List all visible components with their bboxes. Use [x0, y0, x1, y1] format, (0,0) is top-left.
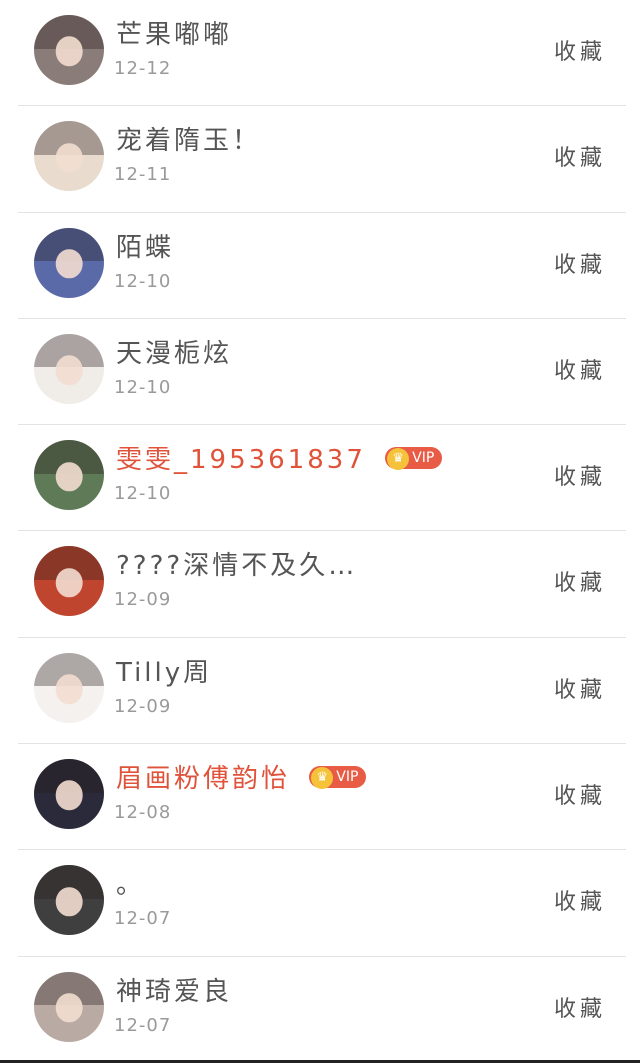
date-label: 12-08 — [114, 802, 172, 824]
list-item[interactable]: ????深情不及久… 12-09 收藏 — [0, 531, 640, 639]
user-name[interactable]: 。 — [116, 864, 145, 901]
user-name[interactable]: 陌蝶 — [116, 227, 174, 264]
collect-button[interactable]: 收藏 — [554, 884, 606, 916]
user-name[interactable]: ????深情不及久… — [116, 545, 357, 582]
list-item[interactable]: 陌蝶 12-10 收藏 — [0, 213, 640, 320]
avatar[interactable] — [34, 15, 104, 85]
collect-button[interactable]: 收藏 — [554, 34, 606, 66]
user-name[interactable]: 天漫栀炫 — [116, 333, 232, 370]
list-item[interactable]: 眉画粉傅韵怡 ♛ VIP 12-08 收藏 — [0, 744, 640, 851]
user-name-text: 雯雯_195361837 — [116, 445, 366, 476]
user-name[interactable]: 芒果嘟嘟 — [116, 14, 232, 51]
vip-badge-label: VIP — [412, 449, 435, 466]
user-name[interactable]: 眉画粉傅韵怡 ♛ VIP — [116, 758, 367, 795]
list-item[interactable]: 芒果嘟嘟 12-12 收藏 — [0, 0, 640, 107]
list-item[interactable]: 雯雯_195361837 ♛ VIP 12-10 收藏 — [0, 425, 640, 532]
crown-icon: ♛ — [387, 447, 410, 470]
avatar[interactable] — [34, 440, 104, 511]
avatar[interactable] — [34, 865, 104, 936]
avatar[interactable] — [34, 652, 104, 723]
date-label: 12-07 — [114, 908, 172, 930]
list-item[interactable]: 。 12-07 收藏 — [0, 850, 640, 957]
user-name[interactable]: 雯雯_195361837 ♛ VIP — [116, 439, 443, 476]
collect-button[interactable]: 收藏 — [554, 459, 606, 491]
vip-badge-label: VIP — [336, 768, 359, 785]
avatar[interactable] — [34, 971, 104, 1042]
date-label: 12-07 — [114, 1014, 172, 1036]
user-name-text: 眉画粉傅韵怡 — [116, 764, 291, 795]
vip-badge: ♛ VIP — [309, 765, 367, 789]
collect-button[interactable]: 收藏 — [554, 247, 606, 279]
avatar[interactable] — [34, 759, 104, 830]
collect-button[interactable]: 收藏 — [554, 140, 606, 172]
date-label: 12-10 — [114, 376, 172, 398]
vip-badge: ♛ VIP — [385, 446, 443, 470]
avatar[interactable] — [34, 333, 104, 404]
date-label: 12-11 — [114, 164, 172, 186]
avatar[interactable] — [34, 546, 104, 617]
user-name[interactable]: 神琦爱良 — [116, 971, 232, 1008]
collect-button[interactable]: 收藏 — [554, 353, 606, 385]
list-item[interactable]: 神琦爱良 12-07 收藏 — [0, 957, 640, 1063]
user-name[interactable]: 宠着隋玉！ — [116, 120, 261, 157]
collect-button[interactable]: 收藏 — [554, 565, 606, 597]
crown-icon: ♛ — [311, 766, 334, 789]
list-item[interactable]: 宠着隋玉！ 12-11 收藏 — [0, 106, 640, 213]
list-item[interactable]: Tilly周 12-09 收藏 — [0, 638, 640, 745]
user-name[interactable]: Tilly周 — [116, 652, 212, 689]
collect-button[interactable]: 收藏 — [554, 991, 606, 1023]
date-label: 12-12 — [114, 58, 172, 79]
avatar[interactable] — [34, 227, 104, 298]
date-label: 12-10 — [114, 483, 172, 505]
date-label: 12-10 — [114, 270, 172, 292]
date-label: 12-09 — [114, 695, 172, 717]
date-label: 12-09 — [114, 589, 172, 611]
collect-button[interactable]: 收藏 — [554, 778, 606, 810]
list-item[interactable]: 天漫栀炫 12-10 收藏 — [0, 319, 640, 426]
avatar[interactable] — [34, 121, 104, 192]
collect-button[interactable]: 收藏 — [554, 672, 606, 704]
user-list: 芒果嘟嘟 12-12 收藏 宠着隋玉！ 12-11 收藏 陌蝶 12-10 收藏… — [0, 0, 640, 1063]
